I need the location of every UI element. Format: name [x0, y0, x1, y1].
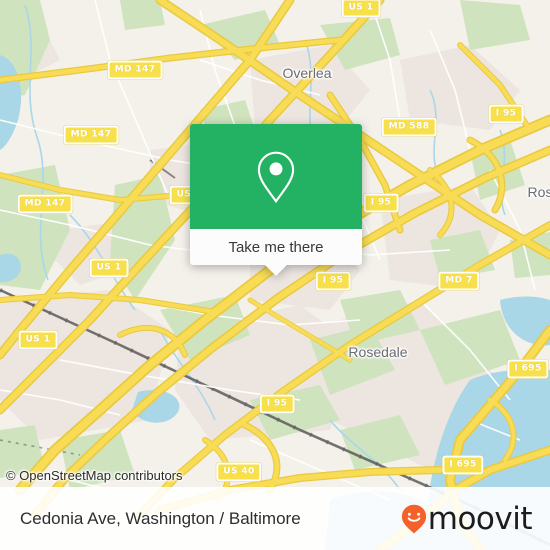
callout-pin-area: [190, 124, 362, 229]
footer-bar: Cedonia Ave, Washington / Baltimore moov…: [0, 487, 550, 550]
take-me-there-label: Take me there: [228, 238, 324, 256]
place-label-rosedale: Rosedale: [348, 344, 408, 360]
road-shield-md147: MD 147: [107, 60, 163, 80]
road-shield-us40: US 40: [216, 462, 262, 482]
moovit-wordmark: moovit: [427, 501, 533, 537]
take-me-there-button[interactable]: Take me there: [190, 229, 362, 265]
road-shield-us1: US 1: [89, 258, 129, 278]
take-me-there-callout[interactable]: Take me there: [190, 124, 362, 276]
place-label-overlea: Overlea: [282, 65, 332, 81]
road-shield-md147: MD 147: [63, 125, 119, 145]
road-shield-i95: I 95: [488, 104, 524, 124]
road-shield-md588: MD 588: [381, 117, 437, 137]
callout-tail: [265, 265, 287, 276]
road-shield-md147: MD 147: [17, 194, 73, 214]
road-shield-us1: US 1: [18, 330, 58, 350]
place-label-rossville: Ros: [527, 184, 550, 200]
road-shield-us1: US 1: [341, 0, 381, 18]
road-shield-i695: I 695: [442, 455, 484, 475]
osm-attribution[interactable]: © OpenStreetMap contributors: [6, 468, 183, 483]
map-pin-icon: [257, 151, 295, 203]
road-shield-i95: I 95: [315, 271, 351, 291]
road-shield-i95: I 95: [363, 193, 399, 213]
road-shield-i95: I 95: [259, 394, 295, 414]
map-screen: Overlea Rosedale Ros US 1 MD 147 MD 147 …: [0, 0, 550, 550]
road-shield-md7: MD 7: [438, 271, 480, 291]
road-shield-i695: I 695: [507, 359, 549, 379]
moovit-smiley-pin-icon: [401, 504, 426, 533]
location-title: Cedonia Ave, Washington / Baltimore: [20, 508, 301, 528]
moovit-brand[interactable]: moovit: [401, 501, 533, 537]
